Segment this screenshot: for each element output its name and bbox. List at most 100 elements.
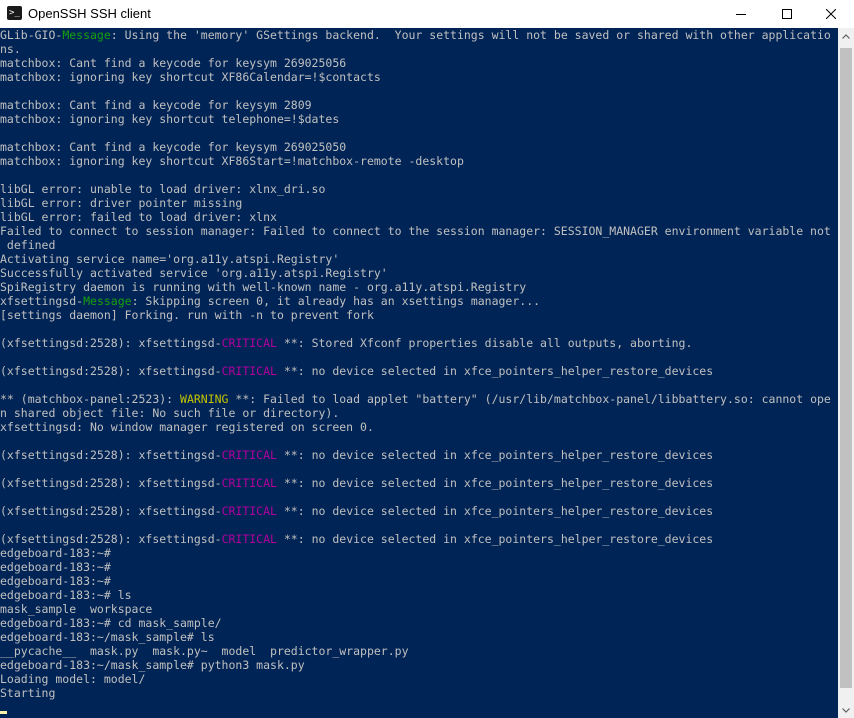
terminal-text-segment: **: Failed to load applet "battery" (/us…: [228, 392, 831, 406]
terminal-icon: >_: [7, 6, 22, 20]
terminal-output[interactable]: GLib-GIO-Message: Using the 'memory' GSe…: [0, 28, 838, 718]
terminal-line: libGL error: failed to load driver: xlnx: [0, 210, 838, 224]
close-icon: [826, 9, 836, 19]
terminal-text-segment: Starting: [0, 686, 56, 700]
terminal-text-segment: defined: [0, 238, 56, 252]
terminal-line: (xfsettingsd:2528): xfsettingsd-CRITICAL…: [0, 532, 838, 546]
scroll-up-button[interactable]: [838, 28, 854, 44]
terminal-line: mask_sample workspace: [0, 602, 838, 616]
terminal-text-segment: matchbox: Cant find a keycode for keysym…: [0, 56, 347, 70]
terminal-text-segment: Message: [83, 294, 132, 308]
terminal-text-segment: matchbox: Cant find a keycode for keysym…: [0, 140, 347, 154]
ssh-client-window: >_ OpenSSH SSH client GLib-GIO-Message: …: [0, 0, 854, 718]
terminal-text-segment: libGL error: failed to load driver: xlnx: [0, 210, 277, 224]
terminal-line: (xfsettingsd:2528): xfsettingsd-CRITICAL…: [0, 504, 838, 518]
terminal-text-segment: edgeboard-183:~/mask_sample# python3 mas…: [0, 658, 305, 672]
terminal-line: [settings daemon] Forking. run with -n t…: [0, 308, 838, 322]
terminal-text-segment: CRITICAL: [221, 336, 277, 350]
terminal-line: n shared object file: No such file or di…: [0, 406, 838, 420]
terminal-text-segment: CRITICAL: [221, 532, 277, 546]
minimize-button[interactable]: [718, 0, 764, 28]
scroll-down-button[interactable]: [838, 702, 854, 718]
terminal-text-segment: Activating service name='org.a11y.atspi.…: [0, 252, 340, 266]
terminal-line: SpiRegistry daemon is running with well-…: [0, 280, 838, 294]
terminal-line: matchbox: Cant find a keycode for keysym…: [0, 140, 838, 154]
terminal-text-segment: **: no device selected in xfce_pointers_…: [276, 532, 714, 546]
terminal-text-segment: matchbox: Cant find a keycode for keysym…: [0, 98, 312, 112]
terminal-line: edgeboard-183:~# ls: [0, 588, 838, 602]
terminal-text-segment: edgeboard-183:~# ls: [0, 588, 132, 602]
terminal-text-segment: ns.: [0, 42, 21, 56]
terminal-line: libGL error: unable to load driver: xlnx…: [0, 182, 838, 196]
maximize-button[interactable]: [764, 0, 810, 28]
terminal-line: (xfsettingsd:2528): xfsettingsd-CRITICAL…: [0, 448, 838, 462]
terminal-text-segment: Successfully activated service 'org.a11y…: [0, 266, 388, 280]
terminal-text-segment: libGL error: unable to load driver: xlnx…: [0, 182, 326, 196]
terminal-text-segment: Loading model: model/: [0, 672, 146, 686]
terminal-line: libGL error: driver pointer missing: [0, 196, 838, 210]
terminal-line: edgeboard-183:~/mask_sample# python3 mas…: [0, 658, 838, 672]
chevron-up-icon: [842, 33, 850, 39]
terminal-text-segment: (xfsettingsd:2528): xfsettingsd-: [0, 336, 222, 350]
terminal-text-segment: libGL error: driver pointer missing: [0, 196, 243, 210]
terminal-text-segment: xfsettingsd-: [0, 294, 84, 308]
terminal-text-segment: ** (matchbox-panel:2523):: [0, 392, 181, 406]
terminal-text-segment: (xfsettingsd:2528): xfsettingsd-: [0, 476, 222, 490]
terminal-text-segment: CRITICAL: [221, 364, 277, 378]
terminal-text-segment: GLib-GIO-: [0, 28, 63, 42]
window-title: OpenSSH SSH client: [28, 6, 151, 21]
terminal-text-segment: Failed to connect to session manager: Fa…: [0, 224, 831, 238]
terminal-text-segment: edgeboard-183:~#: [0, 574, 111, 588]
terminal-text-segment: edgeboard-183:~#: [0, 560, 111, 574]
terminal-text-segment: CRITICAL: [221, 504, 277, 518]
terminal-text-segment: (xfsettingsd:2528): xfsettingsd-: [0, 364, 222, 378]
text-cursor: [0, 711, 7, 714]
terminal-line: edgeboard-183:~# cd mask_sample/: [0, 616, 838, 630]
terminal-text-segment: mask_sample workspace: [0, 602, 153, 616]
terminal-text-segment: **: no device selected in xfce_pointers_…: [276, 448, 714, 462]
terminal-text-segment: **: no device selected in xfce_pointers_…: [276, 364, 714, 378]
terminal-text-segment: : Skipping screen 0, it already has an x…: [131, 294, 541, 308]
title-bar[interactable]: >_ OpenSSH SSH client: [0, 0, 854, 28]
terminal-text-segment: (xfsettingsd:2528): xfsettingsd-: [0, 532, 222, 546]
terminal-line: matchbox: ignoring key shortcut telephon…: [0, 112, 838, 126]
terminal-text-segment: [settings daemon] Forking. run with -n t…: [0, 308, 374, 322]
terminal-line: matchbox: Cant find a keycode for keysym…: [0, 98, 838, 112]
terminal-text-segment: (xfsettingsd:2528): xfsettingsd-: [0, 504, 222, 518]
terminal-line: Loading model: model/: [0, 672, 838, 686]
terminal-line: ns.: [0, 42, 838, 56]
terminal-text-segment: WARNING: [180, 392, 229, 406]
terminal-text-segment: edgeboard-183:~# cd mask_sample/: [0, 616, 222, 630]
terminal-text-segment: (xfsettingsd:2528): xfsettingsd-: [0, 448, 222, 462]
terminal-text-segment: CRITICAL: [221, 476, 277, 490]
close-button[interactable]: [808, 0, 854, 28]
terminal-text-segment: SpiRegistry daemon is running with well-…: [0, 280, 527, 294]
terminal-line: (xfsettingsd:2528): xfsettingsd-CRITICAL…: [0, 476, 838, 490]
terminal-line: matchbox: Cant find a keycode for keysym…: [0, 56, 838, 70]
terminal-line: xfsettingsd: No window manager registere…: [0, 420, 838, 434]
terminal-line: edgeboard-183:~#: [0, 574, 838, 588]
terminal-text-segment: matchbox: ignoring key shortcut XF86Cale…: [0, 70, 381, 84]
terminal-line: (xfsettingsd:2528): xfsettingsd-CRITICAL…: [0, 364, 838, 378]
minimize-icon: [736, 14, 746, 15]
terminal-line: (xfsettingsd:2528): xfsettingsd-CRITICAL…: [0, 336, 838, 350]
maximize-icon: [782, 9, 792, 19]
terminal-text-segment: matchbox: ignoring key shortcut telephon…: [0, 112, 340, 126]
terminal-text-segment: matchbox: ignoring key shortcut XF86Star…: [0, 154, 464, 168]
terminal-text-segment: edgeboard-183:~/mask_sample# ls: [0, 630, 215, 644]
terminal-text-segment: **: Stored Xfconf properties disable all…: [276, 336, 693, 350]
terminal-line: matchbox: ignoring key shortcut XF86Star…: [0, 154, 838, 168]
terminal-text-segment: __pycache__ mask.py mask.py~ model predi…: [0, 644, 409, 658]
terminal-line: GLib-GIO-Message: Using the 'memory' GSe…: [0, 28, 838, 42]
scroll-thumb[interactable]: [840, 48, 852, 688]
terminal-line: defined: [0, 238, 838, 252]
vertical-scrollbar[interactable]: [838, 28, 854, 718]
terminal-line: __pycache__ mask.py mask.py~ model predi…: [0, 644, 838, 658]
